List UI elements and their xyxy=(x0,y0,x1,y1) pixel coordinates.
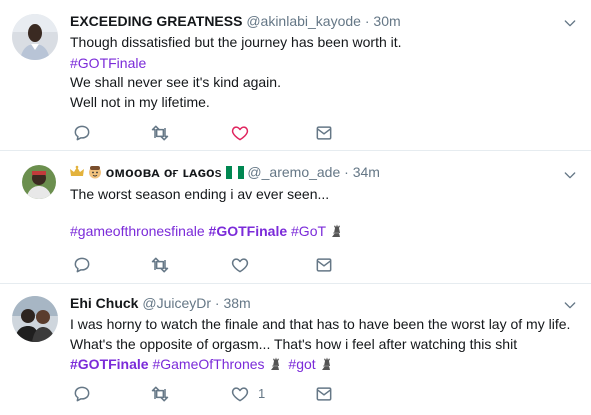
iron-throne-icon xyxy=(268,357,282,371)
tweet-text-line: Well not in my lifetime. xyxy=(70,94,210,110)
tweet[interactable]: Ehi Chuck @JuiceyDr · 38m I was horny to… xyxy=(0,285,591,415)
username[interactable]: @JuiceyDr xyxy=(142,295,211,311)
tweet-text-line: What's the opposite of orgasm... That's … xyxy=(70,336,518,352)
reply-icon[interactable] xyxy=(72,255,92,275)
caret-down-icon[interactable] xyxy=(562,167,578,183)
timestamp[interactable]: 34m xyxy=(353,164,380,180)
hashtag[interactable]: #GOTFinale xyxy=(70,356,149,372)
separator: · xyxy=(364,13,370,29)
retweet-icon[interactable] xyxy=(150,123,170,143)
separator: · xyxy=(344,164,349,180)
reply-icon[interactable] xyxy=(72,123,92,143)
dm-icon[interactable] xyxy=(314,255,334,275)
hashtag[interactable]: #gameofthronesfinale xyxy=(70,223,205,239)
tweet[interactable]: ᴏᴍᴏᴏʙᴀ ᴏғ ʟᴀɢᴏs @_aremo_ade · 34m The wo… xyxy=(0,152,591,284)
dm-icon[interactable] xyxy=(314,384,334,404)
display-name[interactable]: EXCEEDING GREATNESS xyxy=(70,13,242,29)
tweet-text-line: Though dissatisfied but the journey has … xyxy=(70,34,402,50)
tweet-actions xyxy=(70,255,340,275)
like-count: 1 xyxy=(258,386,266,401)
like-icon[interactable] xyxy=(230,384,250,404)
hashtag[interactable]: #GoT xyxy=(291,223,326,239)
tweet-text-line: We shall never see it's kind again. xyxy=(70,74,281,90)
timestamp[interactable]: 38m xyxy=(223,295,250,311)
display-name[interactable]: Ehi Chuck xyxy=(70,295,138,311)
like-icon[interactable] xyxy=(230,123,250,143)
hashtag[interactable]: #GameOfThrones xyxy=(152,356,264,372)
hashtag-line: #GOTFinale #GameOfThrones #got xyxy=(70,354,333,374)
nigeria-flag-icon xyxy=(225,165,244,183)
caret-down-icon[interactable] xyxy=(562,15,578,31)
like-icon[interactable] xyxy=(230,255,250,275)
avatar[interactable] xyxy=(12,296,58,342)
avatar[interactable] xyxy=(22,165,56,199)
hashtag[interactable]: #GOTFinale xyxy=(70,53,146,73)
iron-throne-icon xyxy=(329,224,343,238)
tweet-actions xyxy=(70,123,340,143)
tweet-header: ᴏᴍᴏᴏʙᴀ ᴏғ ʟᴀɢᴏs @_aremo_ade · 34m xyxy=(70,163,380,183)
avatar[interactable] xyxy=(12,14,58,60)
reply-icon[interactable] xyxy=(72,384,92,404)
tweet-text-line: I was horny to watch the finale and that… xyxy=(70,316,571,332)
retweet-icon[interactable] xyxy=(150,384,170,404)
tweet-actions: 1 xyxy=(70,384,340,404)
tweet-text-line: The worst season ending i av ever seen..… xyxy=(70,186,330,202)
crown-icon xyxy=(70,165,84,183)
separator: · xyxy=(214,295,220,311)
hashtag[interactable]: #got xyxy=(288,356,315,372)
tweet-header: EXCEEDING GREATNESS @akinlabi_kayode · 3… xyxy=(70,12,401,30)
caret-down-icon[interactable] xyxy=(562,297,578,313)
username[interactable]: @_aremo_ade xyxy=(247,164,340,180)
hashtag[interactable]: #GOTFinale xyxy=(209,223,288,239)
retweet-icon[interactable] xyxy=(150,255,170,275)
face-emoji-icon xyxy=(88,165,102,183)
username[interactable]: @akinlabi_kayode xyxy=(246,13,361,29)
tweet-header: Ehi Chuck @JuiceyDr · 38m xyxy=(70,294,251,312)
iron-throne-icon xyxy=(319,357,333,371)
tweet[interactable]: EXCEEDING GREATNESS @akinlabi_kayode · 3… xyxy=(0,0,591,151)
display-name[interactable]: ᴏᴍᴏᴏʙᴀ ᴏғ ʟᴀɢᴏs xyxy=(106,164,222,180)
hashtag-line: #gameofthronesfinale #GOTFinale #GoT xyxy=(70,221,343,241)
dm-icon[interactable] xyxy=(314,123,334,143)
timestamp[interactable]: 30m xyxy=(373,13,400,29)
